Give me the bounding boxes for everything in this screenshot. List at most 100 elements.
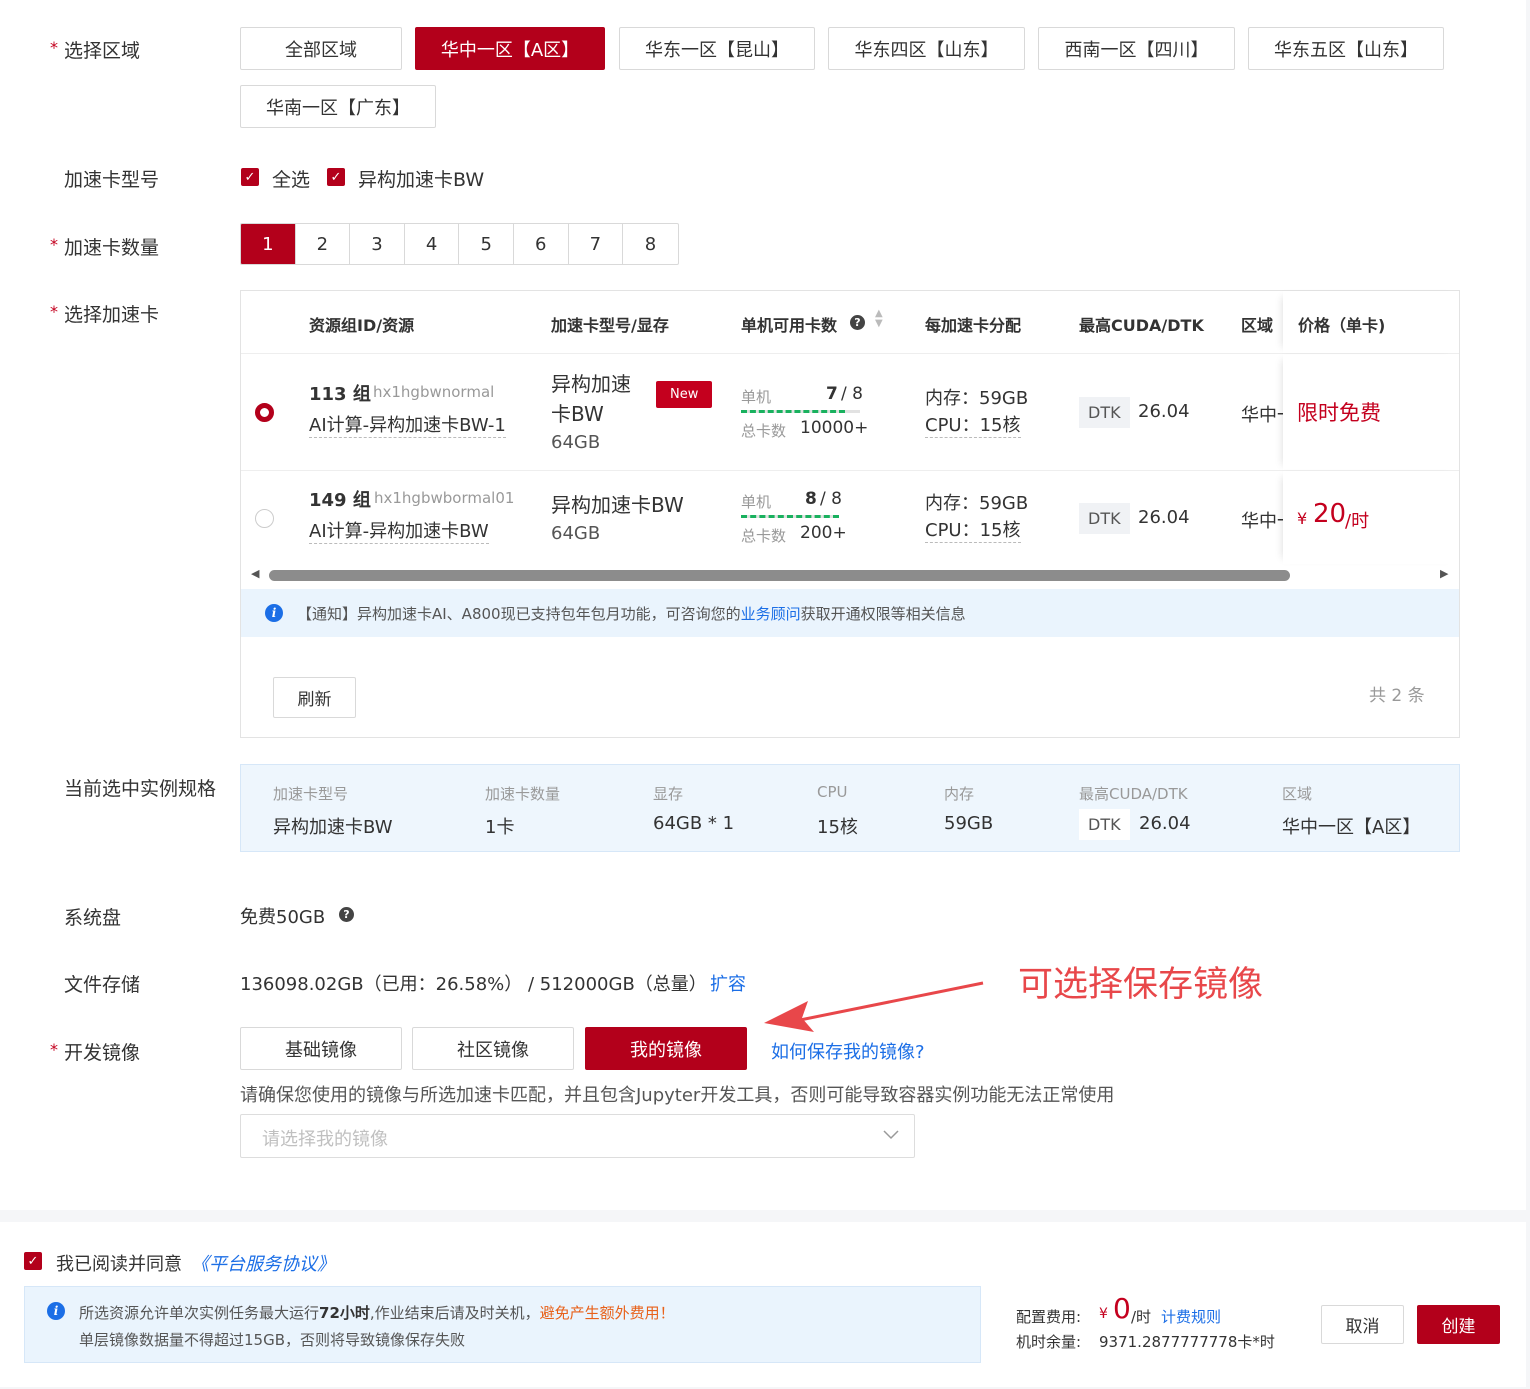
single-total: / 8: [820, 489, 842, 509]
required-mark: *: [50, 302, 58, 321]
count-option-1[interactable]: 1: [241, 224, 296, 264]
image-tab-base[interactable]: 基础镜像: [240, 1027, 402, 1070]
balance-label: 机时余量:: [1016, 1333, 1082, 1351]
price-cell: ¥ 20 /时: [1283, 471, 1459, 564]
price-currency: ¥: [1297, 509, 1308, 528]
spec-key: CPU: [817, 783, 848, 801]
availability-bar-fill: [741, 515, 839, 518]
col-allocation: 每加速卡分配: [925, 316, 1022, 335]
help-icon[interactable]: ?: [339, 907, 354, 922]
spec-key: 区域: [1282, 785, 1313, 803]
region-option-central-a[interactable]: 华中一区【A区】: [415, 27, 605, 70]
required-mark: *: [50, 1040, 58, 1059]
count-option-4[interactable]: 4: [405, 224, 460, 264]
refresh-button[interactable]: 刷新: [273, 677, 356, 718]
create-button[interactable]: 创建: [1417, 1305, 1500, 1344]
group-code: hx1hgbwbormal01: [374, 489, 515, 507]
scrollbar-thumb[interactable]: [269, 570, 1290, 581]
chevron-down-icon: [883, 1130, 899, 1140]
count-option-3[interactable]: 3: [350, 224, 405, 264]
spec-summary: 加速卡型号 异构加速卡BW 加速卡数量 1卡 显存 64GB * 1 CPU 1…: [240, 764, 1460, 852]
tip-text: 所选资源允许单次实例任务最大运行: [79, 1304, 320, 1322]
spec-label: 当前选中实例规格: [64, 778, 217, 800]
spec-key: 加速卡数量: [485, 785, 561, 803]
select-all-checkbox[interactable]: ✓: [241, 168, 259, 186]
card-table: 资源组ID/资源 加速卡型号/显存 单机可用卡数 ? ▲ ▼ 每加速卡分配 最高C…: [240, 290, 1460, 738]
col-available: 单机可用卡数: [741, 316, 838, 335]
scroll-left-icon[interactable]: ◀: [251, 567, 259, 580]
image-tab-mine[interactable]: 我的镜像: [585, 1027, 747, 1070]
tip-warning: 避免产生额外费用！: [539, 1304, 675, 1322]
required-mark: *: [50, 38, 58, 57]
image-select[interactable]: 请选择我的镜像: [240, 1114, 915, 1158]
alloc-cpu: CPU：15核: [925, 411, 1021, 438]
resource-name: AI计算-异构加速卡BW-1: [309, 411, 506, 438]
count-option-6[interactable]: 6: [514, 224, 569, 264]
count-option-8[interactable]: 8: [623, 224, 678, 264]
count-option-7[interactable]: 7: [569, 224, 624, 264]
bw-checkbox[interactable]: ✓: [327, 168, 345, 186]
spec-key: 最高CUDA/DTK: [1079, 785, 1188, 803]
region-option-south1[interactable]: 华南一区【广东】: [240, 85, 436, 128]
spec-key: 显存: [653, 785, 684, 803]
single-label: 单机: [741, 388, 772, 406]
alloc-memory: 内存：59GB: [925, 388, 1029, 409]
dtk-tag: DTK: [1079, 397, 1130, 428]
table-row[interactable]: 149 组 hx1hgbwbormal01 AI计算-异构加速卡BW 异构加速卡…: [241, 470, 1459, 564]
agree-checkbox[interactable]: ✓: [24, 1252, 42, 1270]
info-icon: i: [265, 604, 283, 622]
row-radio[interactable]: [255, 403, 274, 422]
tip-line1: 所选资源允许单次实例任务最大运行72小时,作业结束后请及时关机，避免产生额外费用…: [79, 1302, 675, 1323]
availability-bar: [741, 410, 860, 413]
count-option-5[interactable]: 5: [459, 224, 514, 264]
notice-text-suffix: 获取开通权限等相关信息: [800, 604, 966, 623]
expand-link[interactable]: 扩容: [710, 970, 746, 996]
spec-key: 加速卡型号: [273, 785, 349, 803]
region-option-east4[interactable]: 华东四区【山东】: [828, 27, 1025, 70]
card-model-line1: 异构加速卡BW: [551, 493, 684, 517]
agreement-link[interactable]: 《平台服务协议》: [191, 1250, 335, 1276]
price-unit: /时: [1345, 511, 1370, 532]
price-value: 20: [1313, 499, 1347, 529]
single-label: 单机: [741, 493, 772, 511]
alloc-cpu: CPU：15核: [925, 516, 1021, 543]
horizontal-scrollbar[interactable]: ◀ ▶: [241, 567, 1459, 583]
col-card-model: 加速卡型号/显存: [551, 316, 669, 335]
save-image-help-link[interactable]: 如何保存我的镜像?: [771, 1038, 925, 1064]
count-option-2[interactable]: 2: [296, 224, 351, 264]
region-option-east5[interactable]: 华东五区【山东】: [1248, 27, 1444, 70]
image-tab-community[interactable]: 社区镜像: [412, 1027, 574, 1070]
billing-rule-link[interactable]: 计费规则: [1161, 1306, 1221, 1327]
row-radio[interactable]: [255, 509, 274, 528]
balance-value: 9371.2877777778卡*时: [1099, 1333, 1275, 1351]
file-storage-label: 文件存储: [64, 974, 141, 996]
tip-bold: 72小时: [319, 1304, 370, 1322]
table-row[interactable]: 113 组 hx1hgbwnormal AI计算-异构加速卡BW-1 异构加速 …: [241, 353, 1459, 471]
spec-value: 异构加速卡BW: [273, 817, 393, 838]
scroll-right-icon[interactable]: ▶: [1440, 567, 1448, 580]
spec-value: 15核: [817, 817, 858, 838]
region-option-southwest1[interactable]: 西南一区【四川】: [1038, 27, 1235, 70]
total-count: 共 2 条: [1369, 686, 1425, 706]
dtk-version: 26.04: [1138, 401, 1190, 422]
advisor-link[interactable]: 业务顾问: [741, 603, 801, 624]
help-icon[interactable]: ?: [850, 315, 865, 330]
total-label: 总卡数: [741, 422, 787, 440]
cost-currency: ¥: [1099, 1306, 1108, 1322]
tip-box: i 所选资源允许单次实例任务最大运行72小时,作业结束后请及时关机，避免产生额外…: [24, 1286, 981, 1363]
file-storage-value: 136098.02GB（已用：26.58%） / 512000GB（总量）: [240, 974, 707, 995]
col-price: 价格（单卡): [1298, 316, 1386, 335]
region-option-all[interactable]: 全部区域: [240, 27, 402, 70]
region-option-east1[interactable]: 华东一区【昆山】: [619, 27, 815, 70]
total-value: 10000+: [800, 418, 869, 438]
price-header-cell: 价格（单卡): [1283, 291, 1459, 353]
col-resource-group: 资源组ID/资源: [309, 316, 415, 335]
notice-text: 【通知】异构加速卡AI、A800现已支持包年包月功能，可咨询您的: [297, 604, 741, 623]
info-icon: i: [47, 1302, 65, 1320]
image-label: 开发镜像: [64, 1042, 141, 1064]
sort-icon[interactable]: ▲ ▼: [875, 309, 883, 329]
price-cell: 限时免费: [1283, 354, 1459, 471]
spec-value: 华中一区【A区】: [1282, 817, 1421, 838]
cancel-button[interactable]: 取消: [1321, 1305, 1404, 1344]
alloc-memory: 内存：59GB: [925, 493, 1029, 514]
